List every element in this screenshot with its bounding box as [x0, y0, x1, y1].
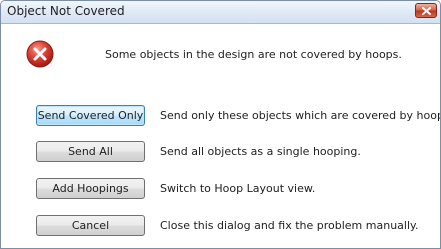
cancel-description: Close this dialog and fix the problem ma… [160, 219, 419, 232]
dialog-window: Object Not Covered Some objects in the d… [0, 0, 441, 249]
send-all-description: Send all objects as a single hooping. [160, 145, 361, 158]
close-icon [422, 7, 431, 15]
cancel-button[interactable]: Cancel [36, 215, 145, 236]
add-hoopings-button[interactable]: Add Hoopings [36, 178, 145, 199]
title-bar[interactable]: Object Not Covered [1, 1, 440, 24]
error-icon [26, 40, 54, 68]
add-hoopings-description: Switch to Hoop Layout view. [160, 182, 316, 195]
message-text: Some objects in the design are not cover… [105, 48, 402, 61]
window-title: Object Not Covered [7, 4, 125, 18]
close-button[interactable] [415, 3, 437, 18]
send-all-button[interactable]: Send All [36, 141, 145, 162]
send-covered-only-button[interactable]: Send Covered Only [36, 105, 145, 126]
send-covered-only-description: Send only these objects which are covere… [160, 109, 441, 122]
